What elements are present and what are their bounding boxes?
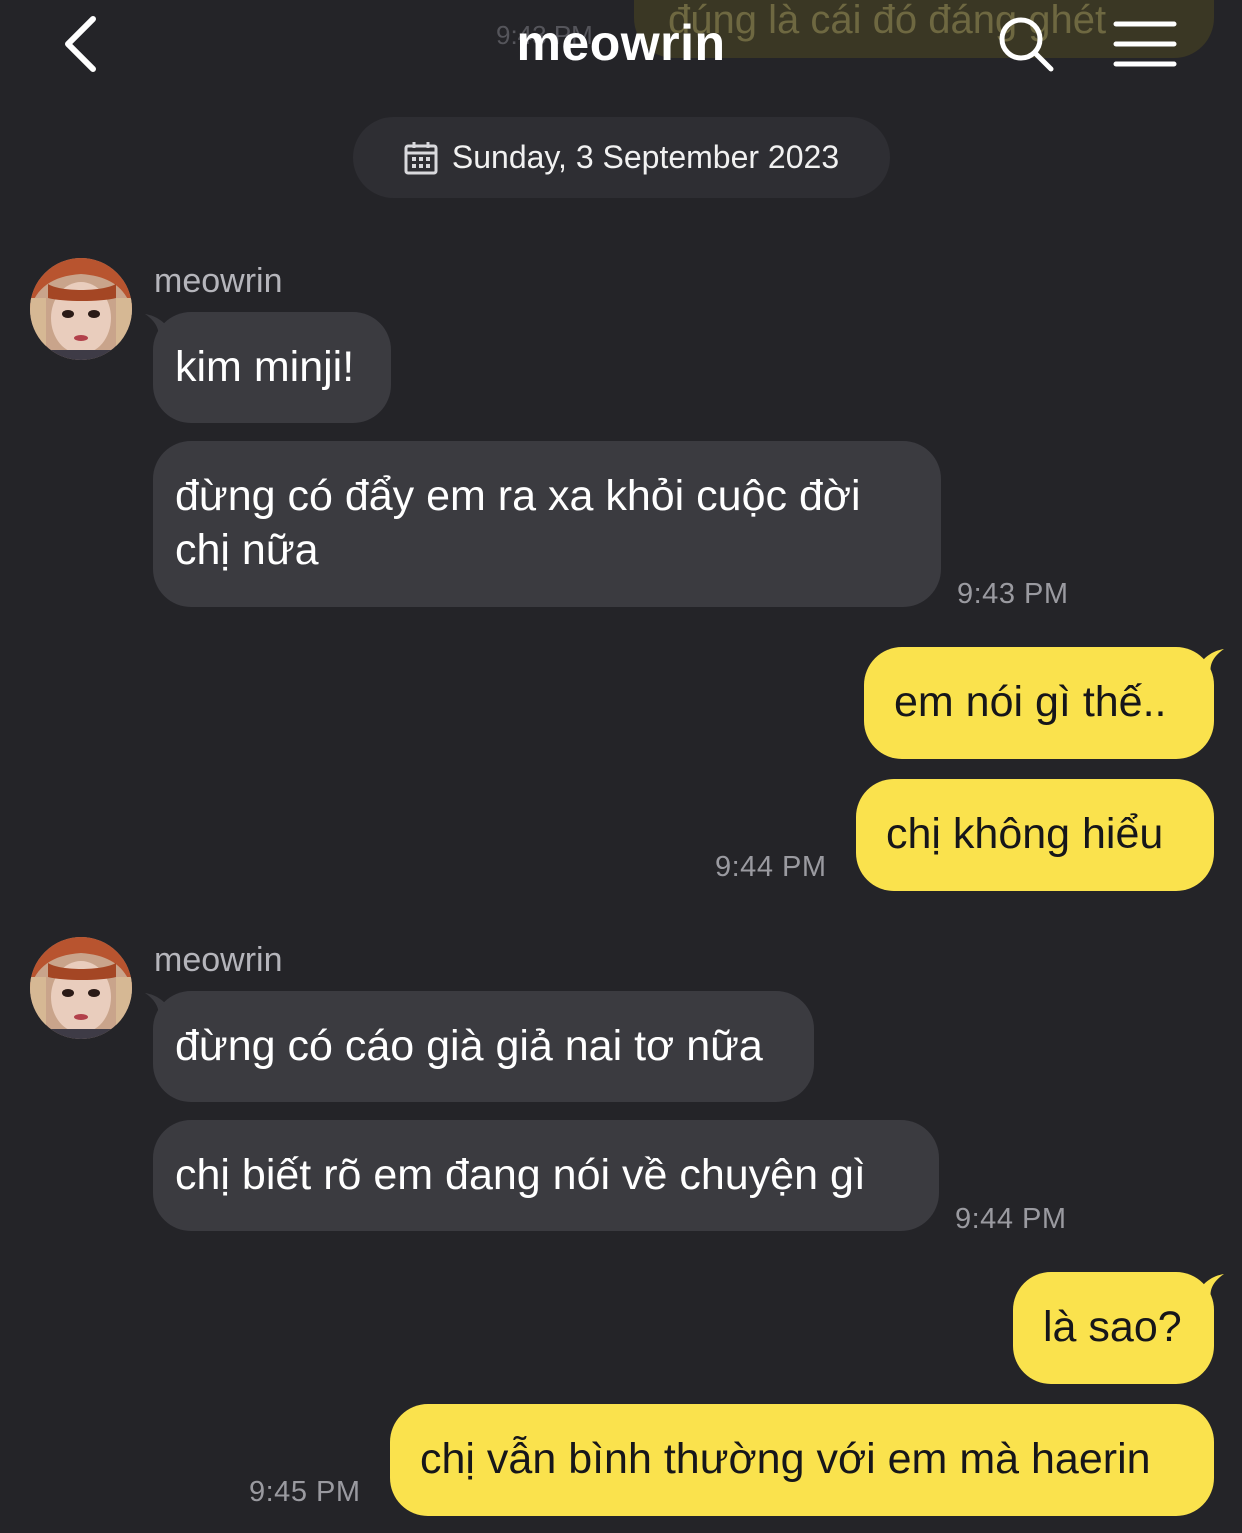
sender-name: meowrin [154, 941, 283, 979]
message-text: em nói gì thế.. [894, 678, 1167, 726]
message-text: là sao? [1043, 1303, 1182, 1351]
message-timestamp: 9:43 PM [957, 578, 1069, 610]
outgoing-message-bubble[interactable]: chị vẫn bình thường với em mà haerin [390, 1404, 1214, 1516]
avatar[interactable] [30, 258, 132, 360]
chat-header: meowrin [0, 0, 1242, 92]
sender-name: meowrin [154, 262, 283, 300]
message-timestamp: 9:44 PM [955, 1203, 1067, 1235]
outgoing-bubble-tail [1196, 1274, 1224, 1302]
hamburger-menu-icon [1113, 21, 1177, 67]
incoming-message-bubble[interactable]: kim minji! [153, 312, 391, 423]
avatar-photo [30, 937, 132, 1039]
outgoing-message-bubble[interactable]: là sao? [1013, 1272, 1214, 1384]
search-icon [999, 17, 1054, 72]
message-text: chị vẫn bình thường với em mà haerin [420, 1435, 1151, 1483]
incoming-message-bubble[interactable]: chị biết rõ em đang nói về chuyện gì [153, 1120, 939, 1231]
menu-button[interactable] [1113, 12, 1177, 76]
calendar-icon [404, 141, 438, 175]
search-button[interactable] [994, 12, 1058, 76]
incoming-message-bubble[interactable]: đừng có đẩy em ra xa khỏi cuộc đời chị n… [153, 441, 941, 607]
avatar-photo [30, 258, 132, 360]
avatar[interactable] [30, 937, 132, 1039]
message-text: chị không hiểu [886, 810, 1164, 858]
outgoing-message-bubble[interactable]: chị không hiểu [856, 779, 1214, 891]
message-timestamp: 9:45 PM [249, 1476, 361, 1508]
outgoing-message-bubble[interactable]: em nói gì thế.. [864, 647, 1214, 759]
message-text: đừng có đẩy em ra xa khỏi cuộc đời chị n… [175, 472, 861, 574]
date-label: Sunday, 3 September 2023 [451, 139, 840, 175]
outgoing-bubble-tail [1196, 649, 1224, 677]
message-text: kim minji! [175, 343, 355, 391]
message-timestamp: 9:44 PM [715, 851, 827, 883]
message-text: đừng có cáo già giả nai tơ nữa [175, 1022, 763, 1070]
incoming-message-bubble[interactable]: đừng có cáo già giả nai tơ nữa [153, 991, 814, 1102]
message-text: chị biết rõ em đang nói về chuyện gì [175, 1151, 866, 1199]
date-separator: Sunday, 3 September 2023 [353, 117, 890, 198]
